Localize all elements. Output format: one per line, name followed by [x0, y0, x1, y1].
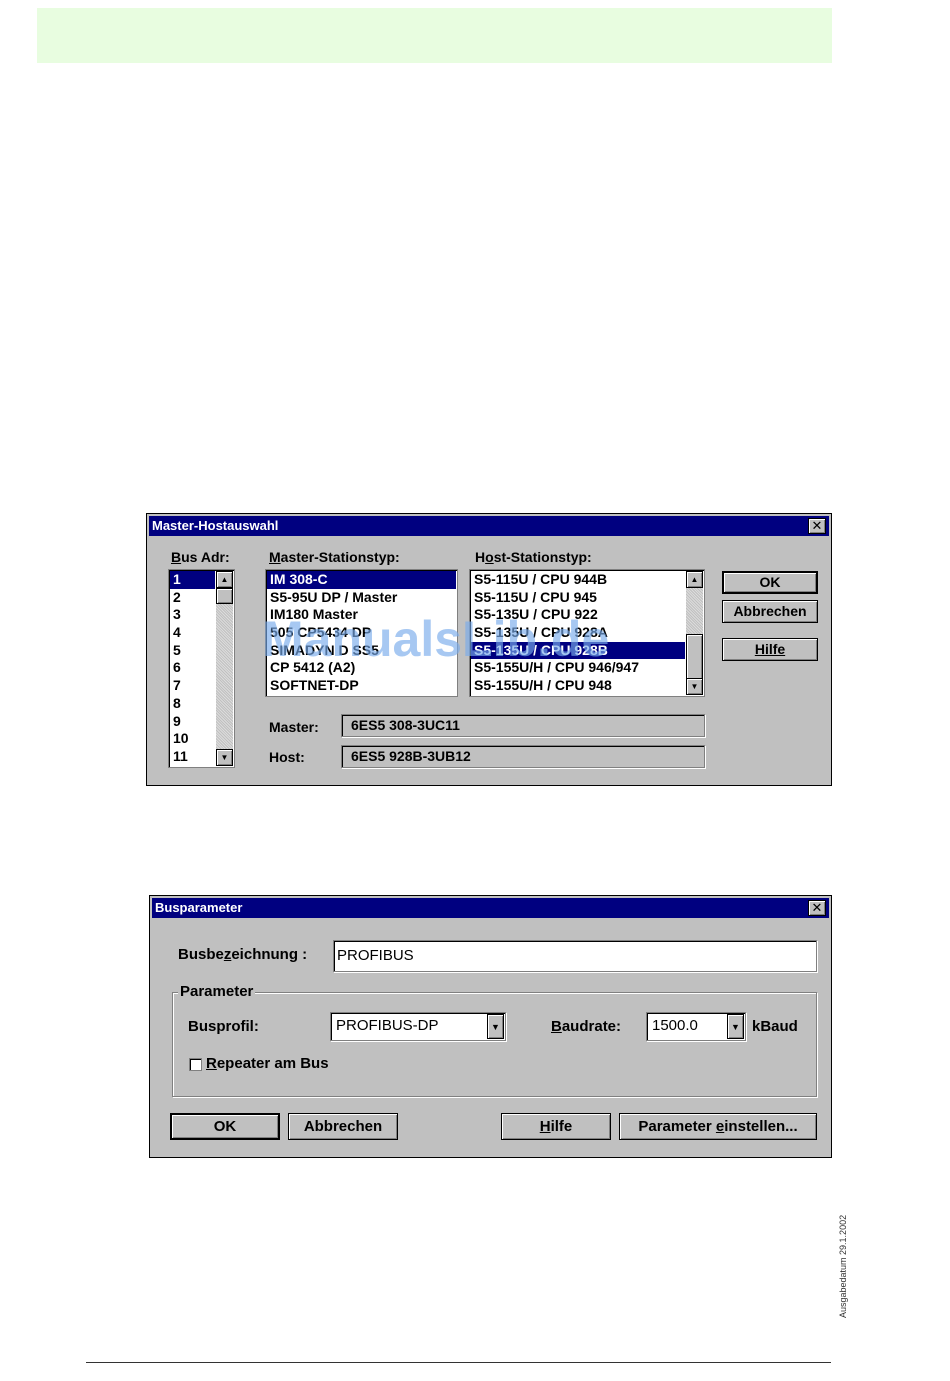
- close-icon: ✕: [811, 900, 823, 915]
- bus-adr-label: Bus Adr:: [171, 549, 230, 565]
- chevron-down-icon: ▼: [491, 1022, 500, 1032]
- bus-adr-listbox[interactable]: 1 2 3 4 5 6 7 8 9 10 11 ▲ ▼: [168, 569, 235, 768]
- dialog-title: Busparameter: [155, 900, 243, 915]
- repeater-checkbox[interactable]: [189, 1058, 202, 1071]
- host-type-item[interactable]: S5-115U / CPU 945: [471, 589, 685, 607]
- master-host-dialog: Master-Hostauswahl ✕ Bus Adr: Master-Sta…: [146, 513, 832, 786]
- scroll-up-button[interactable]: ▲: [686, 571, 703, 588]
- baudrate-unit: kBaud: [752, 1018, 798, 1035]
- help-button[interactable]: Hilfe: [501, 1113, 611, 1140]
- busprofile-value: PROFIBUS-DP: [336, 1017, 439, 1034]
- repeater-label: Repeater am Bus: [206, 1055, 329, 1072]
- dialog-title: Master-Hostauswahl: [152, 518, 279, 533]
- master-field-label: Master:: [269, 719, 319, 735]
- bus-adr-item[interactable]: 4: [170, 624, 215, 642]
- master-order-number: 6ES5 308-3UC11: [341, 714, 705, 737]
- bus-adr-scrollbar[interactable]: ▲ ▼: [216, 571, 233, 766]
- dropdown-button[interactable]: ▼: [727, 1014, 744, 1039]
- host-type-item[interactable]: S5-155U/H / CPU 946/947: [471, 659, 685, 677]
- cancel-button[interactable]: Abbrechen: [288, 1113, 398, 1140]
- cancel-button[interactable]: Abbrechen: [722, 600, 818, 623]
- busprofile-label: Busprofil:: [188, 1018, 259, 1035]
- host-stationstyp-listbox[interactable]: S5-115U / CPU 944B S5-115U / CPU 945 S5-13…: [469, 569, 705, 697]
- set-parameters-button[interactable]: Parameter einstellen...: [619, 1113, 817, 1140]
- arrow-up-icon: ▲: [690, 575, 699, 584]
- bus-adr-item[interactable]: 7: [170, 677, 215, 695]
- busprofile-select[interactable]: PROFIBUS-DP ▼: [330, 1012, 506, 1041]
- master-stationstyp-label: Master-Stationstyp:: [269, 549, 400, 565]
- master-type-item[interactable]: S5-95U DP / Master: [267, 589, 456, 607]
- master-type-item[interactable]: SIMADYN D SS5: [267, 642, 456, 660]
- scroll-thumb[interactable]: [686, 634, 703, 680]
- dialog-titlebar: Busparameter ✕: [152, 898, 829, 918]
- arrow-down-icon: ▼: [690, 682, 699, 691]
- baudrate-label: Baudrate:: [551, 1018, 622, 1035]
- arrow-up-icon: ▲: [220, 575, 229, 584]
- bus-adr-item[interactable]: 1: [170, 571, 215, 589]
- chevron-down-icon: ▼: [731, 1022, 740, 1032]
- bus-adr-item[interactable]: 10: [170, 730, 215, 748]
- bus-adr-item[interactable]: 6: [170, 659, 215, 677]
- host-field-label: Host:: [269, 749, 305, 765]
- scroll-down-button[interactable]: ▼: [686, 678, 703, 695]
- help-button[interactable]: Hilfe: [722, 638, 818, 661]
- baudrate-select[interactable]: 1500.0 ▼: [646, 1012, 746, 1041]
- scroll-down-button[interactable]: ▼: [216, 749, 233, 766]
- baudrate-value: 1500.0: [652, 1017, 698, 1034]
- dropdown-button[interactable]: ▼: [487, 1014, 504, 1039]
- host-type-item[interactable]: S5-115U / CPU 944B: [471, 571, 685, 589]
- master-type-item[interactable]: 505 CP5434 DP: [267, 624, 456, 642]
- parameter-groupbox: [172, 992, 817, 1097]
- master-type-item[interactable]: IM 308-C: [267, 571, 456, 589]
- bus-parameter-dialog: Busparameter ✕ Busbezeichnung : PROFIBUS…: [149, 895, 832, 1158]
- master-type-item[interactable]: CP 5412 (A2): [267, 659, 456, 677]
- bus-adr-item[interactable]: 8: [170, 695, 215, 713]
- host-stationstyp-label: Host-Stationstyp:: [475, 549, 592, 565]
- parameter-group-title: Parameter: [178, 983, 256, 1000]
- edition-date: Ausgabedatum 29.1.2002: [838, 1214, 848, 1318]
- host-order-number: 6ES5 928B-3UB12: [341, 745, 705, 768]
- ok-button[interactable]: OK: [170, 1113, 280, 1140]
- host-type-item[interactable]: S5-135U / CPU 922: [471, 606, 685, 624]
- host-type-item[interactable]: S5-135U / CPU 928B: [471, 641, 685, 660]
- scroll-up-button[interactable]: ▲: [216, 571, 233, 588]
- footer-divider: [86, 1362, 831, 1363]
- host-type-item[interactable]: S5-155U/H / CPU 948: [471, 677, 685, 695]
- bus-adr-item[interactable]: 9: [170, 713, 215, 731]
- busname-label: Busbezeichnung :: [178, 946, 308, 963]
- header-band: [37, 8, 832, 63]
- bus-adr-item[interactable]: 2: [170, 589, 215, 607]
- master-type-item[interactable]: SOFTNET-DP: [267, 677, 456, 695]
- bus-adr-item[interactable]: 5: [170, 642, 215, 660]
- master-type-item[interactable]: IM180 Master: [267, 606, 456, 624]
- arrow-down-icon: ▼: [220, 753, 229, 762]
- close-button[interactable]: ✕: [808, 518, 826, 534]
- host-scrollbar[interactable]: ▲ ▼: [686, 571, 703, 695]
- busname-input[interactable]: PROFIBUS: [333, 940, 817, 972]
- host-type-item[interactable]: S5-135U / CPU 928A: [471, 624, 685, 642]
- scroll-thumb[interactable]: [216, 588, 233, 604]
- close-button[interactable]: ✕: [808, 900, 826, 916]
- dialog-titlebar: Master-Hostauswahl ✕: [149, 516, 829, 536]
- ok-button[interactable]: OK: [722, 571, 818, 594]
- bus-adr-item[interactable]: 11: [170, 748, 215, 766]
- bus-adr-item[interactable]: 3: [170, 606, 215, 624]
- master-stationstyp-listbox[interactable]: IM 308-C S5-95U DP / Master IM180 Master 50…: [265, 569, 458, 697]
- close-icon: ✕: [811, 518, 823, 533]
